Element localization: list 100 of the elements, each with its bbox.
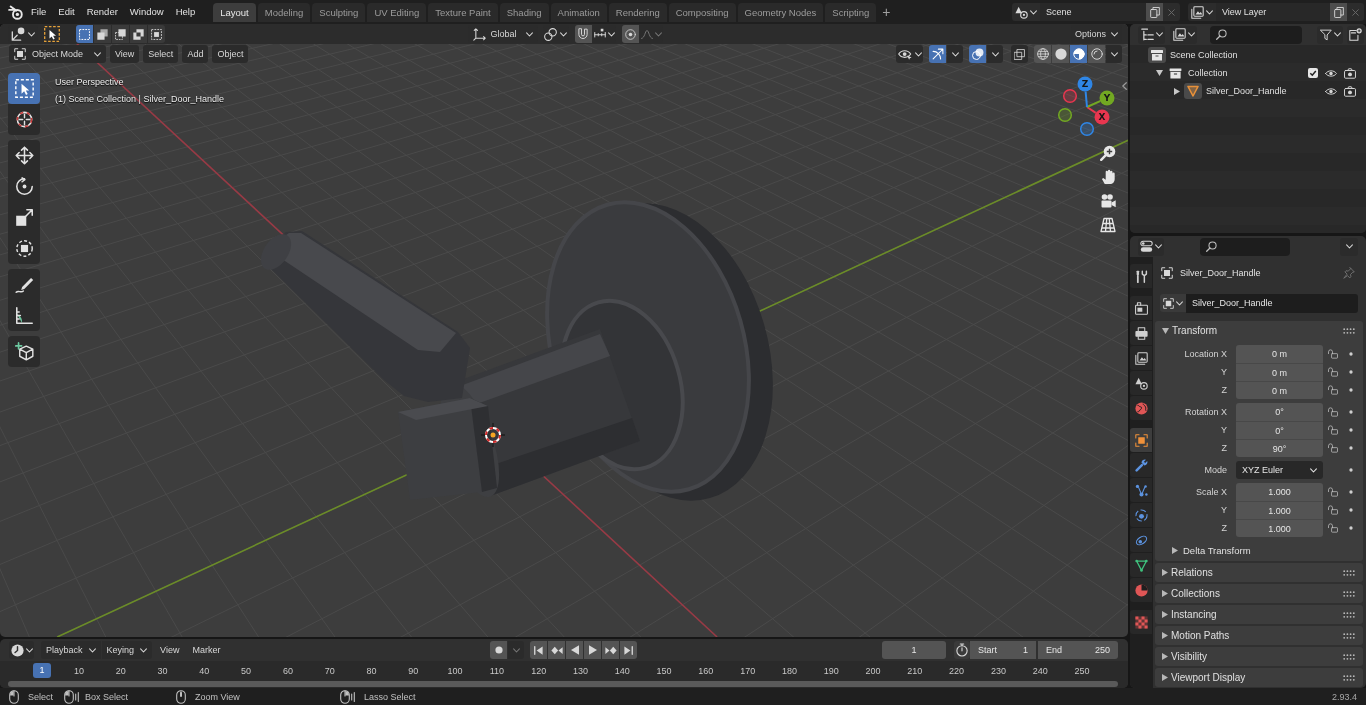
properties-tab[interactable] <box>1130 553 1152 577</box>
properties-tab[interactable] <box>1130 428 1152 452</box>
menu-dropdown[interactable]: Keying <box>101 641 153 659</box>
search-field[interactable] <box>1210 25 1302 44</box>
negative-axis-dot[interactable] <box>1079 121 1095 137</box>
number-field[interactable]: 0° <box>1236 403 1323 421</box>
editor-type-button[interactable] <box>8 25 38 43</box>
pin-icon[interactable] <box>1343 267 1355 279</box>
axis-dot[interactable] <box>1099 90 1115 106</box>
menu-dropdown[interactable]: Playback <box>41 641 101 659</box>
filter-dropdown[interactable] <box>1317 25 1343 44</box>
shading-mode-button[interactable] <box>1088 45 1105 63</box>
snap-toggle[interactable] <box>574 25 592 43</box>
menu-button[interactable]: View <box>155 641 185 659</box>
negative-axis-dot[interactable] <box>1057 107 1073 123</box>
axis-dot[interactable] <box>1094 109 1110 125</box>
menu-button[interactable]: Add <box>182 45 209 63</box>
unlocked-padlock-icon[interactable] <box>1328 385 1338 395</box>
outliner-item-label[interactable]: Scene Collection <box>1170 50 1238 60</box>
menu-button[interactable]: Marker <box>187 641 226 659</box>
tool-button[interactable] <box>8 104 40 135</box>
workspace-tab[interactable]: Texture Paint <box>428 2 498 22</box>
camera-icon[interactable] <box>1344 67 1356 79</box>
tool-button[interactable] <box>8 300 40 331</box>
enum-dropdown[interactable]: XYZ Euler <box>1236 461 1323 479</box>
start-frame-field[interactable]: Start 1 <box>970 641 1036 659</box>
dot-icon[interactable] <box>1348 446 1353 450</box>
xray-toggle[interactable] <box>1011 45 1028 63</box>
triangle-down-icon[interactable] <box>1155 70 1163 76</box>
dot-icon[interactable] <box>1348 410 1353 414</box>
logo-icon[interactable] <box>8 4 23 20</box>
properties-tab[interactable] <box>1130 321 1152 345</box>
selection-mode-button[interactable] <box>130 25 147 43</box>
properties-tab[interactable] <box>1130 610 1152 634</box>
editor-type-button[interactable] <box>1138 25 1165 44</box>
camera-icon[interactable] <box>1100 194 1116 208</box>
negative-axis-dot[interactable] <box>1062 88 1078 104</box>
unlocked-padlock-icon[interactable] <box>1328 349 1338 359</box>
door-handle-model-drawing[interactable] <box>260 200 773 501</box>
properties-tab[interactable] <box>1130 296 1152 320</box>
selection-mode-button[interactable] <box>112 25 129 43</box>
dot-icon[interactable] <box>1348 352 1353 356</box>
dot-icon[interactable] <box>1348 388 1353 392</box>
panel-header[interactable]: Transform <box>1155 321 1363 340</box>
gizmo-options-dropdown[interactable] <box>947 45 963 63</box>
new-collection-button[interactable] <box>1347 25 1364 44</box>
number-field[interactable]: 1.000 <box>1236 501 1323 519</box>
gizmo-toggle[interactable] <box>929 45 946 63</box>
selectability-dropdown[interactable] <box>896 45 923 63</box>
camera-icon[interactable] <box>1344 85 1356 97</box>
workspace-tab[interactable]: Layout <box>213 2 256 22</box>
dot-icon[interactable] <box>1348 490 1353 494</box>
panel-header[interactable]: Viewport Display <box>1155 668 1363 687</box>
object-name-field[interactable]: Silver_Door_Handle <box>1186 294 1358 313</box>
workspace-tab[interactable]: Compositing <box>668 2 736 22</box>
dot-icon[interactable] <box>1348 428 1353 432</box>
subpanel-header[interactable]: Delta Transform <box>1155 541 1363 559</box>
workspace-tab[interactable]: UV Editing <box>367 2 427 22</box>
properties-tab[interactable] <box>1130 453 1152 477</box>
editor-type-button[interactable] <box>9 641 34 659</box>
search-field[interactable] <box>1200 237 1290 256</box>
menu-item[interactable]: Edit <box>52 2 81 22</box>
duplicate-button[interactable] <box>1330 3 1347 21</box>
menu-item[interactable]: Help <box>169 2 202 22</box>
properties-tab[interactable] <box>1130 346 1152 370</box>
number-field[interactable]: 0° <box>1236 421 1323 439</box>
triangle-right-icon[interactable] <box>1174 87 1180 95</box>
dot-icon[interactable] <box>1348 468 1353 472</box>
tool-button[interactable] <box>8 140 40 171</box>
add-workspace-button[interactable]: + <box>878 2 895 22</box>
select-box-icon[interactable] <box>44 26 60 42</box>
tool-button[interactable] <box>8 269 40 300</box>
editor-type-button[interactable] <box>1138 237 1164 256</box>
workspace-tab[interactable]: Scripting <box>825 2 877 22</box>
shading-mode-button[interactable] <box>1034 45 1051 63</box>
zoom-in-icon[interactable] <box>1100 145 1116 161</box>
outliner-item-label[interactable]: Silver_Door_Handle <box>1206 86 1287 96</box>
scene-browse-button[interactable] <box>1012 3 1040 21</box>
selection-mode-button[interactable] <box>94 25 111 43</box>
dot-icon[interactable] <box>1348 526 1353 530</box>
mode-dropdown[interactable]: Object Mode <box>9 45 106 63</box>
panel-header[interactable]: Relations <box>1155 563 1363 582</box>
number-field[interactable]: 1.000 <box>1236 483 1323 501</box>
play-button[interactable] <box>584 641 601 659</box>
workspace-tab[interactable]: Modeling <box>257 2 311 22</box>
auto-keying-toggle[interactable] <box>490 641 507 659</box>
axis-dot[interactable] <box>1077 76 1093 92</box>
perspective-grid-icon[interactable] <box>1100 217 1116 233</box>
dot-icon[interactable] <box>1348 370 1353 374</box>
panel-header[interactable]: Motion Paths <box>1155 626 1363 645</box>
overlay-toggle[interactable] <box>969 45 986 63</box>
menu-item[interactable]: Window <box>123 2 170 22</box>
menu-button[interactable]: Object <box>212 45 249 63</box>
properties-tab[interactable] <box>1130 478 1152 502</box>
menu-item[interactable]: File <box>25 2 53 22</box>
menu-button[interactable]: View <box>110 45 140 63</box>
workspace-tab[interactable]: Animation <box>550 2 607 22</box>
chevron-left-icon[interactable] <box>1122 82 1127 90</box>
duplicate-button[interactable] <box>1146 3 1163 21</box>
unlocked-padlock-icon[interactable] <box>1328 505 1338 515</box>
